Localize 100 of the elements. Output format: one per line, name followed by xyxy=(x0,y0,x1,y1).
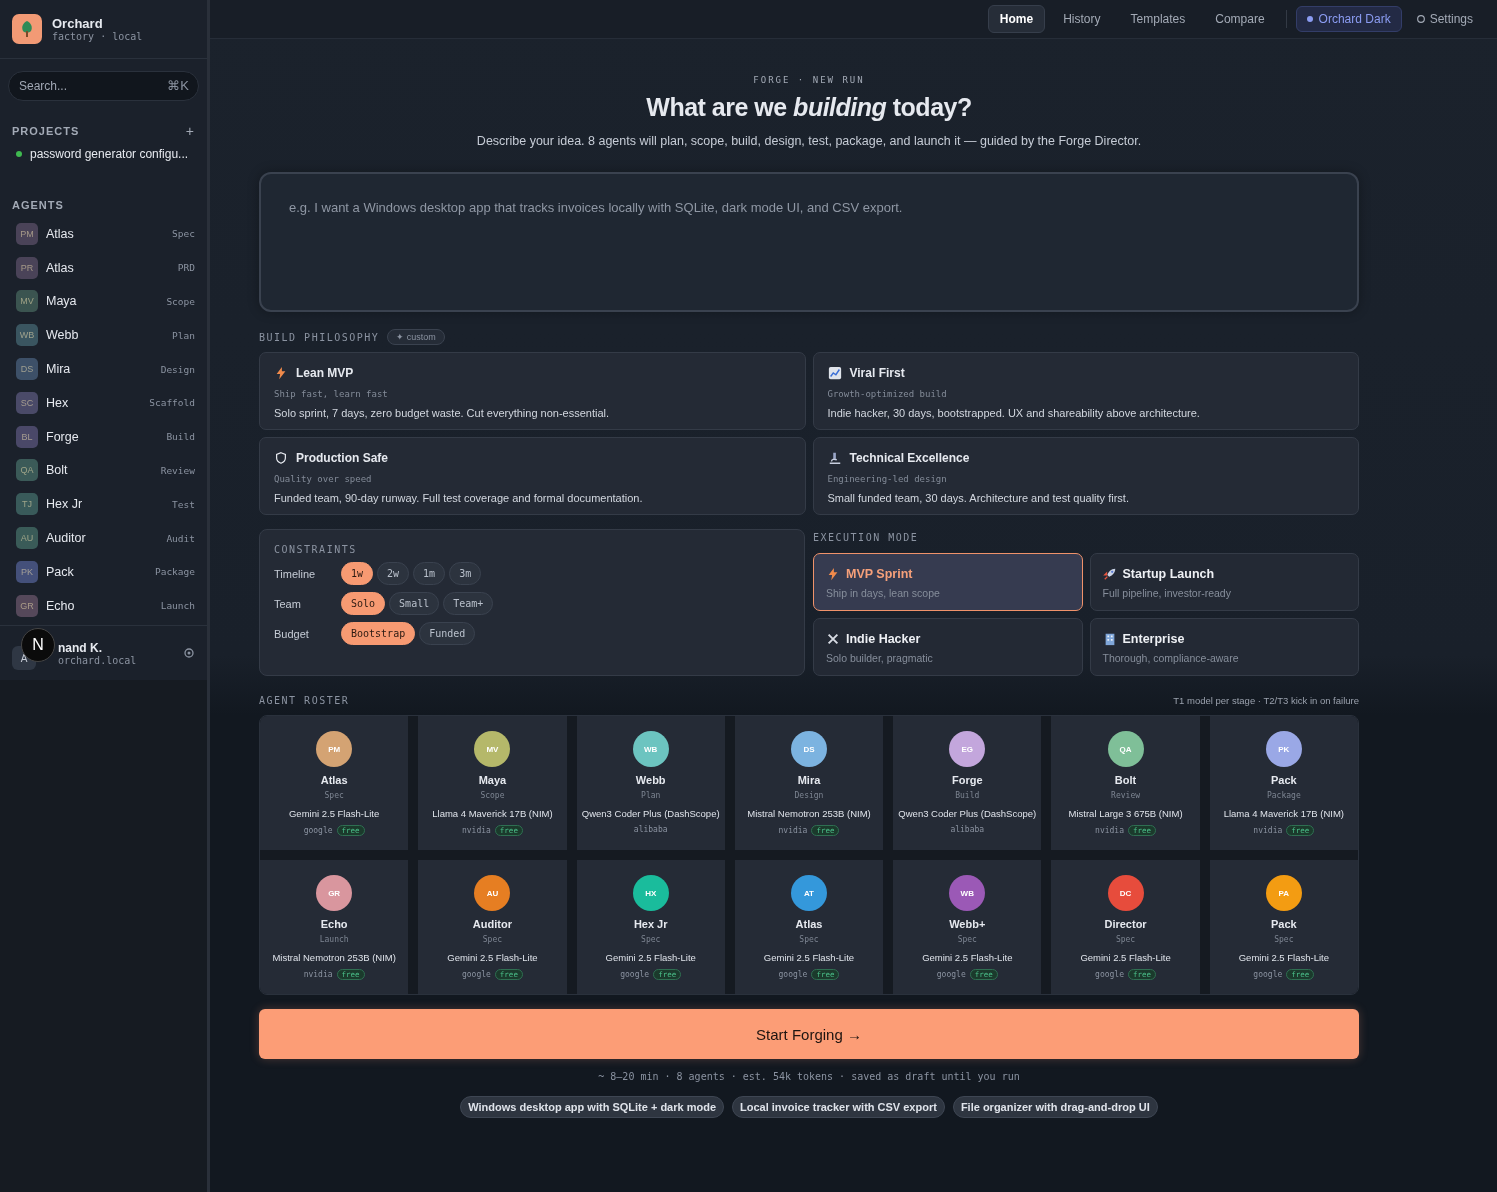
agent-avatar: WB xyxy=(949,875,986,911)
chart-icon xyxy=(827,366,842,380)
option-pill[interactable]: 1m xyxy=(413,562,446,585)
option-pill[interactable]: Team+ xyxy=(443,592,494,615)
mode-card[interactable]: Enterprise Thorough, compliance-aware xyxy=(1089,618,1359,676)
page-subtitle: Describe your idea. 8 agents will plan, scope, build, design, test, package, and launch it — guided by the Forge Director. xyxy=(475,134,1143,148)
provider-name: google xyxy=(1253,970,1283,979)
model-name: Qwen3 Coder Plus (DashScope) xyxy=(898,808,1037,819)
start-forging-button[interactable]: Start Forging → xyxy=(259,1009,1359,1059)
provider-name: google xyxy=(936,970,966,979)
suggestion-chip[interactable]: File organizer with drag-and-drop UI xyxy=(952,1096,1158,1118)
agent-avatar: SC xyxy=(16,391,38,414)
agent-avatar: HX xyxy=(632,875,669,911)
agent-name[interactable]: Hex Jr xyxy=(46,497,165,512)
custom-chip[interactable]: ✦ custom xyxy=(387,329,445,345)
agent-name[interactable]: Echo xyxy=(46,598,153,613)
agent-stage: Plan xyxy=(641,791,661,800)
agent-name[interactable]: Maya xyxy=(46,294,159,309)
option-pill[interactable]: 2w xyxy=(377,562,410,585)
mode-card[interactable]: Indie Hacker Solo builder, pragmatic xyxy=(813,618,1083,676)
provider-name: nvidia xyxy=(461,826,491,835)
nav-tab[interactable]: Templates xyxy=(1118,5,1198,33)
agent-avatar: MV xyxy=(16,290,38,313)
nav-tab[interactable]: Home xyxy=(987,5,1046,33)
model-name: Mistral Nemotron 253B (NIM) xyxy=(272,952,396,963)
agent-name[interactable]: Hex xyxy=(46,395,142,410)
card-tagline: Engineering-led design xyxy=(827,474,948,484)
card-tagline: Quality over speed xyxy=(274,474,373,484)
option-pill[interactable]: Bootstrap xyxy=(341,622,416,645)
agent-name: Mira xyxy=(797,774,821,786)
provider-name: nvidia xyxy=(778,826,808,835)
lightning-icon xyxy=(274,366,288,380)
option-pill[interactable]: 1w xyxy=(341,562,374,585)
provider-name: nvidia xyxy=(1253,826,1283,835)
nav-tab[interactable]: Compare xyxy=(1203,5,1277,33)
agent-name: Bolt xyxy=(1114,774,1137,786)
option-pill[interactable]: Funded xyxy=(419,622,476,645)
agent-name: Pack xyxy=(1271,918,1297,930)
nav-tab[interactable]: History xyxy=(1051,5,1113,33)
agent-name[interactable]: Forge xyxy=(46,429,159,444)
agent-name: Atlas xyxy=(320,774,348,786)
model-name: Gemini 2.5 Flash-Lite xyxy=(1080,952,1171,963)
philosophy-card[interactable]: Viral First Growth-optimized build Indie hacker, 30 days, bootstrapped. UX and shareability above architecture. xyxy=(812,352,1359,430)
agent-name[interactable]: Auditor xyxy=(46,531,159,546)
model-name: Llama 4 Maverick 17B (NIM) xyxy=(1223,808,1345,819)
option-pill[interactable]: Small xyxy=(389,592,440,615)
agent-card[interactable]: EG Forge Build Qwen3 Coder Plus (DashScope) alibaba xyxy=(893,716,1042,850)
agent-stage: Spec xyxy=(799,935,819,944)
agent-name[interactable]: Atlas xyxy=(46,226,165,241)
mode-card[interactable]: MVP Sprint Ship in days, lean scope xyxy=(813,553,1083,611)
philosophy-card[interactable]: Lean MVP Ship fast, learn fast Solo sprint, 7 days, zero budget waste. Cut everything non-essential. xyxy=(259,352,806,430)
agent-avatar: QA xyxy=(1107,731,1144,767)
option-pill[interactable]: Solo xyxy=(341,592,386,615)
agent-stage: Audit xyxy=(166,532,195,544)
philosophy-card[interactable]: Production Safe Quality over speed Funded team, 90-day runway. Full test coverage and formal documentation. xyxy=(259,437,806,515)
option-pill[interactable]: 3m xyxy=(449,562,482,585)
agent-avatar: DS xyxy=(791,731,827,767)
agent-stage: PRD xyxy=(177,262,195,274)
suggestion-chip[interactable]: Local invoice tracker with CSV export xyxy=(732,1096,945,1118)
provider-name: google xyxy=(778,970,808,979)
agent-avatar: BL xyxy=(16,425,38,448)
agent-name: Auditor xyxy=(472,918,512,930)
agent-stage: Spec xyxy=(1115,935,1136,944)
agent-stage: Spec xyxy=(172,228,195,240)
theme-button[interactable]: Orchard Dark xyxy=(1295,6,1402,32)
agent-name[interactable]: Mira xyxy=(46,362,153,377)
settings-button[interactable]: Settings xyxy=(1407,7,1481,31)
agent-name: Webb+ xyxy=(949,918,986,930)
run-estimate: ~ 8–20 min · 8 agents · est. 54k tokens · saved as draft until you run xyxy=(597,1071,1021,1082)
mode-card[interactable]: Startup Launch Full pipeline, investor-ready xyxy=(1089,553,1359,611)
agent-stage: Launch xyxy=(319,935,349,944)
agent-stage: Scope xyxy=(166,296,195,307)
suggestion-chip[interactable]: Windows desktop app with SQLite + dark mode xyxy=(460,1096,725,1118)
section-heading: AGENTS xyxy=(12,199,64,211)
agent-name[interactable]: Webb xyxy=(46,328,165,343)
agent-name[interactable]: Atlas xyxy=(46,260,170,275)
model-name: Gemini 2.5 Flash-Lite xyxy=(289,808,380,819)
agent-name[interactable]: Bolt xyxy=(46,463,153,478)
lightning-icon xyxy=(826,567,840,581)
idea-input[interactable]: e.g. I want a Windows desktop app that tracks invoices locally with SQLite, dark mode UI, and CSV export. xyxy=(259,172,1359,312)
settings-icon xyxy=(1415,14,1426,24)
card-title: Technical Excellence xyxy=(849,451,970,465)
provider-name: google xyxy=(1095,970,1124,979)
constraint-label: Timeline xyxy=(274,567,317,580)
project-item[interactable]: password generator configu... xyxy=(0,139,207,169)
provider-name: alibaba xyxy=(950,825,985,834)
agent-name: Atlas xyxy=(795,918,823,930)
add-project-button[interactable]: + xyxy=(185,123,195,139)
agent-avatar: PK xyxy=(16,560,38,583)
card-title: Lean MVP xyxy=(296,366,354,380)
section-label: BUILD PHILOSOPHY xyxy=(259,331,380,343)
philosophy-card[interactable]: Technical Excellence Engineering-led design Small funded team, 30 days. Architecture and test quality first. xyxy=(812,437,1359,515)
section-heading: PROJECTS xyxy=(12,125,80,137)
settings-icon[interactable] xyxy=(183,647,195,659)
model-name: Gemini 2.5 Flash-Lite xyxy=(763,952,855,963)
agent-name[interactable]: Pack xyxy=(46,564,147,579)
card-tagline: Ship fast, learn fast xyxy=(274,389,389,399)
agent-avatar: TJ xyxy=(16,493,38,516)
agent-card[interactable]: WB Webb Plan Qwen3 Coder Plus (DashScope) alibaba xyxy=(576,716,725,850)
agent-stage: Spec xyxy=(482,935,503,944)
